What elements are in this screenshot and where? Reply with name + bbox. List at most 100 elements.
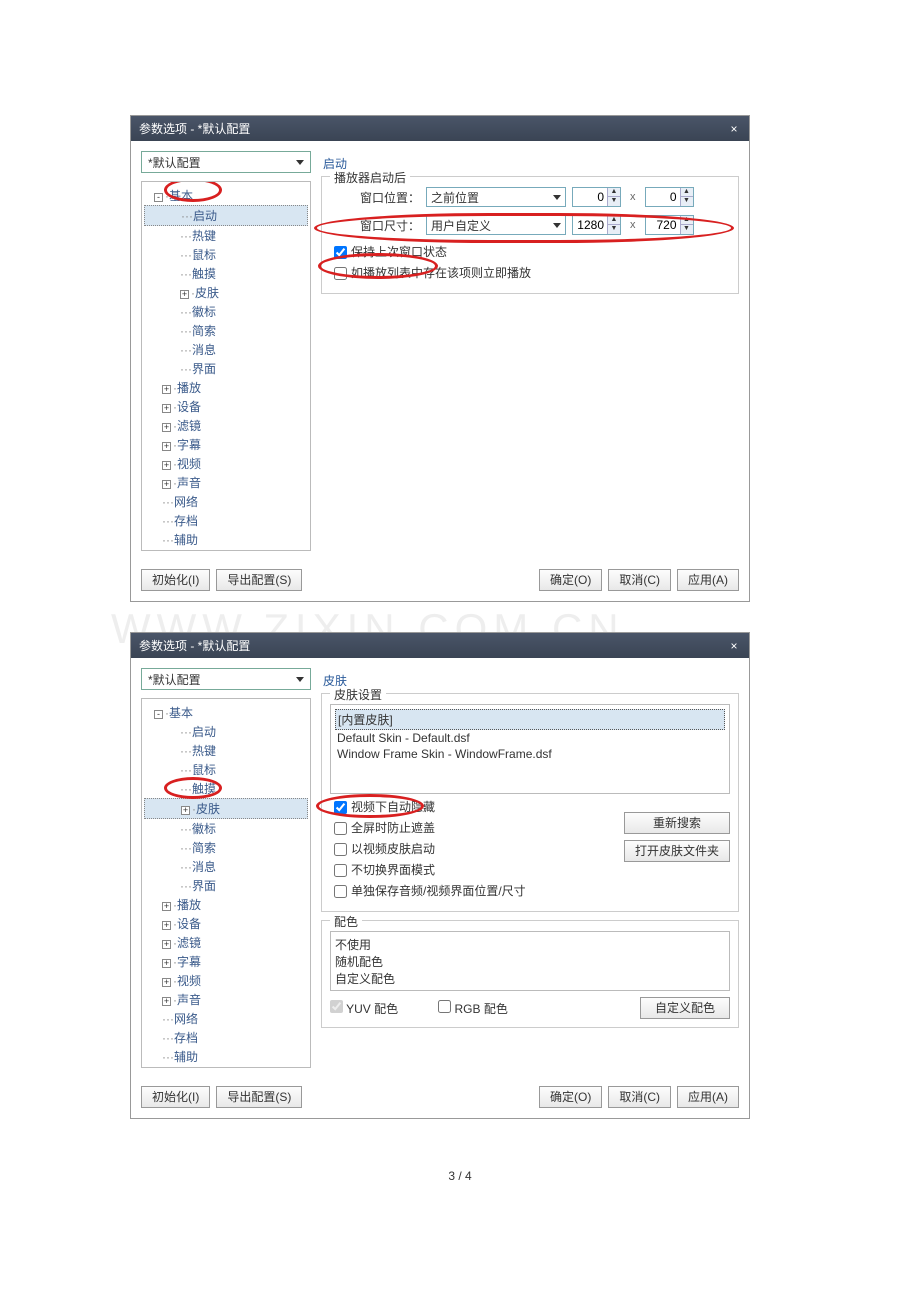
export-button[interactable]: 导出配置(S) (216, 569, 302, 591)
collapse-icon[interactable]: - (154, 710, 163, 719)
down-icon[interactable]: ▼ (608, 225, 620, 234)
tree-archive[interactable]: ···存档 (144, 1028, 308, 1047)
profile-combo[interactable]: *默认配置 (141, 668, 311, 690)
expand-icon[interactable]: + (162, 423, 171, 432)
skin-item-builtin[interactable]: [内置皮肤] (335, 709, 725, 730)
tree-search[interactable]: ···简索 (144, 838, 308, 857)
size-w-spinner[interactable]: ▲▼ (572, 215, 621, 235)
tree-assist[interactable]: ···辅助 (144, 1047, 308, 1066)
nav-tree[interactable]: -·基本 ···启动 ···热键 ···鼠标 ···触摸 +·皮肤 ···徽标 … (141, 698, 311, 1068)
up-icon[interactable]: ▲ (681, 216, 693, 225)
tree-subtitle[interactable]: +·字幕 (144, 952, 308, 971)
research-button[interactable]: 重新搜索 (624, 812, 730, 834)
up-icon[interactable]: ▲ (608, 216, 620, 225)
size-select[interactable]: 用户自定义 (426, 215, 566, 235)
ok-button[interactable]: 确定(O) (539, 1086, 602, 1108)
expand-icon[interactable]: + (162, 480, 171, 489)
tree-subtitle[interactable]: +·字幕 (144, 435, 308, 454)
expand-icon[interactable]: + (162, 978, 171, 987)
tree-device[interactable]: +·设备 (144, 914, 308, 933)
tree-message[interactable]: ···消息 (144, 857, 308, 876)
start-skin-checkbox[interactable] (334, 843, 347, 856)
expand-icon[interactable]: + (162, 442, 171, 451)
tree-network[interactable]: ···网络 (144, 492, 308, 511)
expand-icon[interactable]: + (162, 940, 171, 949)
size-w-input[interactable] (573, 218, 607, 232)
tree-mouse[interactable]: ···鼠标 (144, 245, 308, 264)
position-select[interactable]: 之前位置 (426, 187, 566, 207)
profile-combo[interactable]: *默认配置 (141, 151, 311, 173)
tree-skin[interactable]: +·皮肤 (144, 283, 308, 302)
tree-search[interactable]: ···简索 (144, 321, 308, 340)
skin-item-windowframe[interactable]: Window Frame Skin - WindowFrame.dsf (335, 746, 725, 762)
tree-archive[interactable]: ···存档 (144, 511, 308, 530)
expand-icon[interactable]: + (162, 997, 171, 1006)
tree-audio[interactable]: +·声音 (144, 473, 308, 492)
expand-icon[interactable]: + (162, 461, 171, 470)
tree-interface[interactable]: ···界面 (144, 359, 308, 378)
color-listbox[interactable]: 不使用 随机配色 自定义配色 (330, 931, 730, 991)
save-separate-checkbox[interactable] (334, 885, 347, 898)
down-icon[interactable]: ▼ (681, 197, 693, 206)
tree-hotkey[interactable]: ···热键 (144, 741, 308, 760)
tree-logo[interactable]: ···徽标 (144, 819, 308, 838)
tree-basic[interactable]: 基本 (169, 189, 193, 203)
up-icon[interactable]: ▲ (608, 188, 620, 197)
tree-play[interactable]: +·播放 (144, 895, 308, 914)
size-h-input[interactable] (646, 218, 680, 232)
collapse-icon[interactable]: - (154, 193, 163, 202)
rgb-checkbox[interactable] (438, 1000, 451, 1013)
color-none[interactable]: 不使用 (335, 936, 725, 953)
tree-device[interactable]: +·设备 (144, 397, 308, 416)
expand-icon[interactable]: + (162, 385, 171, 394)
fullscreen-cover-checkbox[interactable] (334, 822, 347, 835)
expand-icon[interactable]: + (180, 290, 189, 299)
pos-x-spinner[interactable]: ▲▼ (572, 187, 621, 207)
tree-interface[interactable]: ···界面 (144, 876, 308, 895)
tree-hotkey[interactable]: ···热键 (144, 226, 308, 245)
tree-assoc[interactable]: ···关联 (144, 549, 308, 551)
tree-assoc[interactable]: ···关联 (144, 1066, 308, 1068)
open-skin-folder-button[interactable]: 打开皮肤文件夹 (624, 840, 730, 862)
auto-hide-checkbox[interactable] (334, 801, 347, 814)
down-icon[interactable]: ▼ (608, 197, 620, 206)
playlist-item-checkbox[interactable] (334, 267, 347, 280)
tree-filter[interactable]: +·滤镜 (144, 933, 308, 952)
cancel-button[interactable]: 取消(C) (608, 569, 671, 591)
tree-touch[interactable]: ···触摸 (144, 779, 308, 798)
close-icon[interactable]: × (727, 639, 741, 653)
tree-start[interactable]: ···启动 (144, 205, 308, 226)
color-custom[interactable]: 自定义配色 (335, 970, 725, 987)
pos-y-spinner[interactable]: ▲▼ (645, 187, 694, 207)
custom-color-button[interactable]: 自定义配色 (640, 997, 730, 1019)
tree-basic[interactable]: 基本 (169, 706, 193, 720)
yuv-checkbox-wrap[interactable]: YUV 配色 (330, 1000, 398, 1017)
no-switch-checkbox[interactable] (334, 864, 347, 877)
tree-mouse[interactable]: ···鼠标 (144, 760, 308, 779)
close-icon[interactable]: × (727, 122, 741, 136)
init-button[interactable]: 初始化(I) (141, 1086, 210, 1108)
down-icon[interactable]: ▼ (681, 225, 693, 234)
expand-icon[interactable]: + (162, 902, 171, 911)
tree-video[interactable]: +·视频 (144, 454, 308, 473)
up-icon[interactable]: ▲ (681, 188, 693, 197)
tree-video[interactable]: +·视频 (144, 971, 308, 990)
init-button[interactable]: 初始化(I) (141, 569, 210, 591)
tree-audio[interactable]: +·声音 (144, 990, 308, 1009)
ok-button[interactable]: 确定(O) (539, 569, 602, 591)
tree-filter[interactable]: +·滤镜 (144, 416, 308, 435)
yuv-checkbox[interactable] (330, 1000, 343, 1013)
skin-listbox[interactable]: [内置皮肤] Default Skin - Default.dsf Window… (330, 704, 730, 794)
nav-tree[interactable]: -·基本 ···启动 ···热键 ···鼠标 ···触摸 +·皮肤 ···徽标 … (141, 181, 311, 551)
export-button[interactable]: 导出配置(S) (216, 1086, 302, 1108)
tree-skin[interactable]: +·皮肤 (144, 798, 308, 819)
pos-y-input[interactable] (646, 190, 680, 204)
skin-item-default[interactable]: Default Skin - Default.dsf (335, 730, 725, 746)
tree-start[interactable]: ···启动 (144, 722, 308, 741)
tree-network[interactable]: ···网络 (144, 1009, 308, 1028)
keep-state-checkbox[interactable] (334, 246, 347, 259)
tree-touch[interactable]: ···触摸 (144, 264, 308, 283)
pos-x-input[interactable] (573, 190, 607, 204)
cancel-button[interactable]: 取消(C) (608, 1086, 671, 1108)
expand-icon[interactable]: + (162, 959, 171, 968)
